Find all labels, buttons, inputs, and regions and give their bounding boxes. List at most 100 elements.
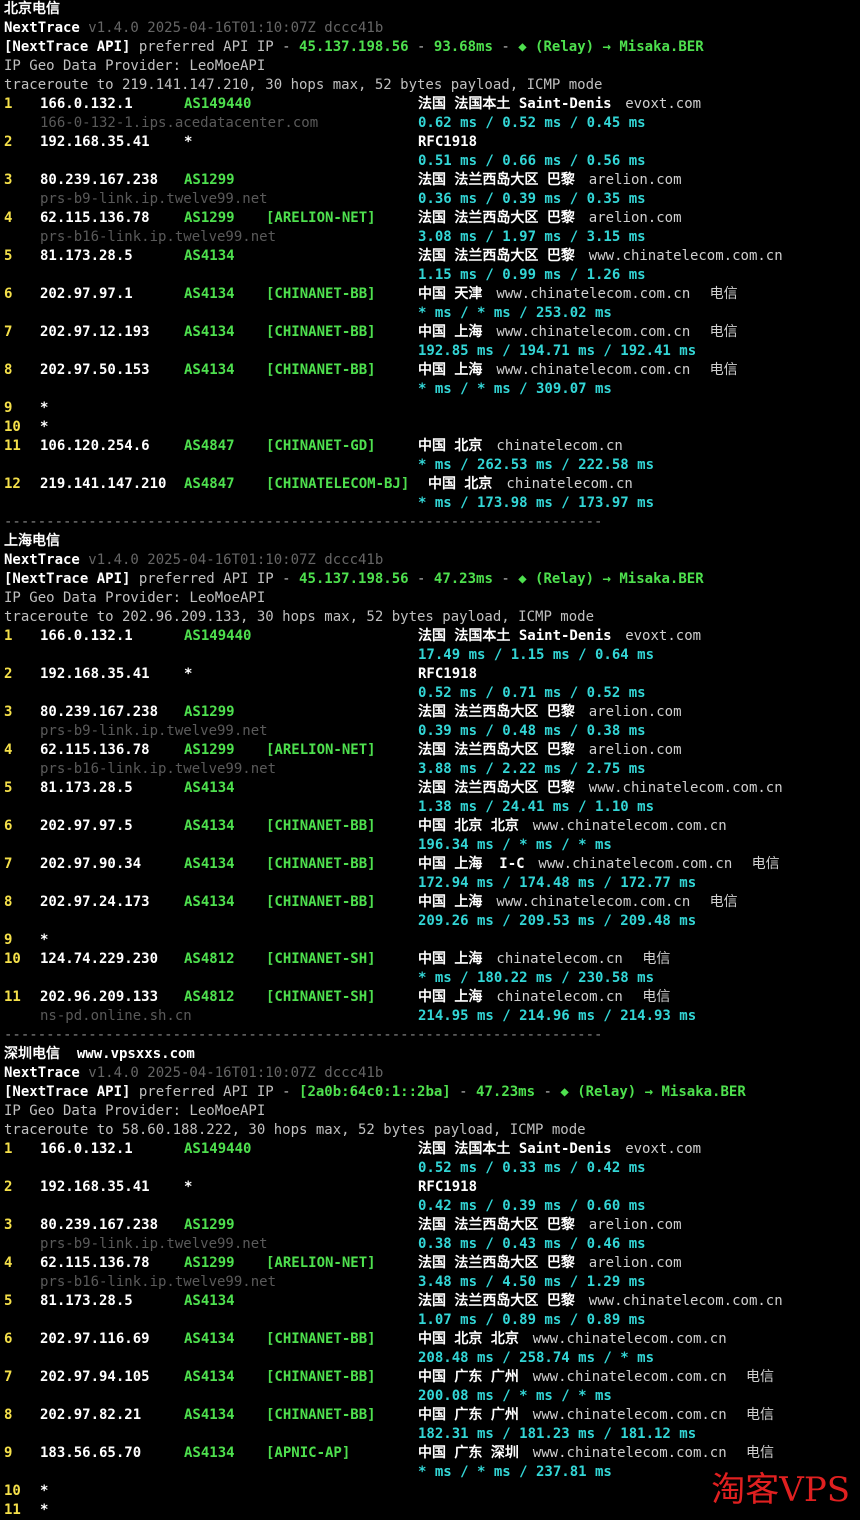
hop-domain: www.chinatelecom.com.cn	[496, 286, 691, 302]
hop-hostname: prs-b16-link.ip.twelve99.net	[40, 229, 277, 245]
hop-geo: 法国 法兰西岛大区 巴黎	[418, 1255, 575, 1271]
api-ip: 45.137.198.56	[299, 571, 409, 587]
api-dash2: -	[535, 1084, 561, 1100]
hop-isp: 电信	[709, 894, 738, 910]
traceroute-command: traceroute to 202.96.209.133, 30 hops ma…	[4, 609, 595, 625]
hop-hostname: ns-pd.online.sh.cn	[40, 1008, 192, 1024]
hop-ip: 192.168.35.41	[40, 134, 150, 150]
hop-asn: AS4134	[184, 286, 235, 302]
tool-name: NextTrace	[4, 20, 80, 36]
hop-timeout: *	[40, 1483, 49, 1499]
hop-number: 8	[4, 1407, 13, 1423]
hop-hostname: prs-b16-link.ip.twelve99.net	[40, 761, 277, 777]
hop-ip: 202.97.12.193	[40, 324, 150, 340]
hop-ip: 202.97.50.153	[40, 362, 150, 378]
geo-provider-line: IP Geo Data Provider: LeoMoeAPI	[4, 57, 265, 76]
hop-ip: 202.97.24.173	[40, 894, 150, 910]
hop-number: 5	[4, 780, 13, 796]
hop-asn: AS4134	[184, 362, 235, 378]
hop-number: 6	[4, 818, 13, 834]
relay-info: ◆ (Relay) → Misaka.BER	[518, 571, 704, 587]
api-line: [NextTrace API] preferred API IP - [2a0b…	[4, 1083, 746, 1102]
hop-geo: 中国 上海	[418, 362, 483, 378]
hop-rtt: 196.34 ms / * ms / * ms	[418, 837, 612, 853]
hop-domain: arelion.com	[588, 742, 682, 758]
traceroute-line: traceroute to 202.96.209.133, 30 hops ma…	[4, 608, 594, 627]
hop-geo: 法国 法兰西岛大区 巴黎	[418, 248, 575, 264]
hop-tag: [CHINANET-BB]	[266, 818, 376, 834]
hop-number: 5	[4, 248, 13, 264]
hop-domain: www.chinatelecom.com.cn	[532, 818, 727, 834]
tool-version: v1.4.0 2025-04-16T01:10:07Z dccc41b	[79, 552, 384, 568]
relay-info: ◆ (Relay) → Misaka.BER	[518, 39, 704, 55]
geo-provider: IP Geo Data Provider: LeoMoeAPI	[4, 590, 266, 606]
hop-number: 11	[4, 1502, 21, 1518]
hop-rtt: 192.85 ms / 194.71 ms / 192.41 ms	[418, 343, 697, 359]
api-dash2: -	[492, 571, 519, 587]
hop-number: 7	[4, 1369, 13, 1385]
geo-provider: IP Geo Data Provider: LeoMoeAPI	[4, 1103, 266, 1119]
hop-rtt: 172.94 ms / 174.48 ms / 172.77 ms	[418, 875, 697, 891]
hop-domain: www.chinatelecom.com.cn	[532, 1445, 727, 1461]
hop-rtt: * ms / * ms / 253.02 ms	[418, 305, 612, 321]
hop-number: 9	[4, 1445, 13, 1461]
hop-number: 1	[4, 96, 13, 112]
hop-number: 2	[4, 666, 13, 682]
hop-geo: 中国 广东 深圳	[418, 1445, 519, 1461]
api-ip: 45.137.198.56	[299, 39, 409, 55]
hop-ip: 80.239.167.238	[40, 1217, 159, 1233]
hop-number: 9	[4, 400, 13, 416]
hop-domain: evoxt.com	[625, 628, 702, 644]
hop-geo: 中国 上海	[418, 989, 483, 1005]
section-title: 深圳电信 www.vpsxxs.com	[4, 1045, 195, 1064]
hop-asn: AS4134	[184, 1293, 235, 1309]
hop-ip: 202.97.94.105	[40, 1369, 150, 1385]
hop-rtt: * ms / 262.53 ms / 222.58 ms	[418, 457, 655, 473]
section-title-text: 上海电信	[4, 533, 60, 549]
hop-tag: [APNIC-AP]	[266, 1445, 351, 1461]
hop-geo: 法国 法国本土 Saint-Denis	[418, 628, 612, 644]
hop-geo: RFC1918	[418, 1179, 478, 1195]
hop-geo: 法国 法兰西岛大区 巴黎	[418, 1293, 575, 1309]
hop-asn: *	[184, 134, 193, 150]
hop-domain: arelion.com	[588, 1255, 682, 1271]
hop-tag: [CHINANET-BB]	[266, 894, 376, 910]
hop-rtt: 0.52 ms / 0.33 ms / 0.42 ms	[418, 1160, 646, 1176]
hop-number: 4	[4, 742, 13, 758]
section-title-text: 北京电信	[4, 1, 60, 17]
hop-ip: 202.97.97.1	[40, 286, 133, 302]
hop-rtt: 0.42 ms / 0.39 ms / 0.60 ms	[418, 1198, 646, 1214]
hop-number: 1	[4, 1141, 13, 1157]
api-prefix: [NextTrace API]	[4, 39, 131, 55]
hop-number: 7	[4, 324, 13, 340]
hop-rtt: 3.08 ms / 1.97 ms / 3.15 ms	[418, 229, 646, 245]
tool-name: NextTrace	[4, 1065, 80, 1081]
hop-hostname: 166-0-132-1.ips.acedatacenter.com	[40, 115, 319, 131]
hop-geo: 中国 上海	[418, 951, 483, 967]
section-title: 上海电信	[4, 532, 60, 551]
hop-ip: 202.96.209.133	[40, 989, 159, 1005]
hop-asn: AS4134	[184, 818, 235, 834]
hop-rtt: 208.48 ms / 258.74 ms / * ms	[418, 1350, 655, 1366]
hop-number: 6	[4, 1331, 13, 1347]
hop-number: 12	[4, 476, 21, 492]
hop-tag: [CHINANET-BB]	[266, 362, 376, 378]
hop-ip: 219.141.147.210	[40, 476, 167, 492]
section-title-text: 深圳电信	[4, 1046, 60, 1062]
hop-domain: www.chinatelecom.com.cn	[588, 248, 783, 264]
api-dash: -	[408, 571, 434, 587]
hop-rtt: * ms / 173.98 ms / 173.97 ms	[418, 495, 655, 511]
hop-rtt: 214.95 ms / 214.96 ms / 214.93 ms	[418, 1008, 697, 1024]
hop-tag: [CHINANET-BB]	[266, 856, 376, 872]
hop-asn: AS149440	[184, 96, 252, 112]
hop-tag: [CHINANET-BB]	[266, 286, 376, 302]
hop-number: 4	[4, 1255, 13, 1271]
hop-rtt: 0.39 ms / 0.48 ms / 0.38 ms	[418, 723, 646, 739]
hop-isp: 电信	[746, 1369, 774, 1385]
hop-asn: AS4134	[184, 248, 235, 264]
hop-asn: AS4134	[184, 894, 235, 910]
hop-number: 3	[4, 172, 13, 188]
hop-ip: 192.168.35.41	[40, 1179, 150, 1195]
hop-number: 8	[4, 362, 13, 378]
hop-domain: arelion.com	[588, 1217, 682, 1233]
